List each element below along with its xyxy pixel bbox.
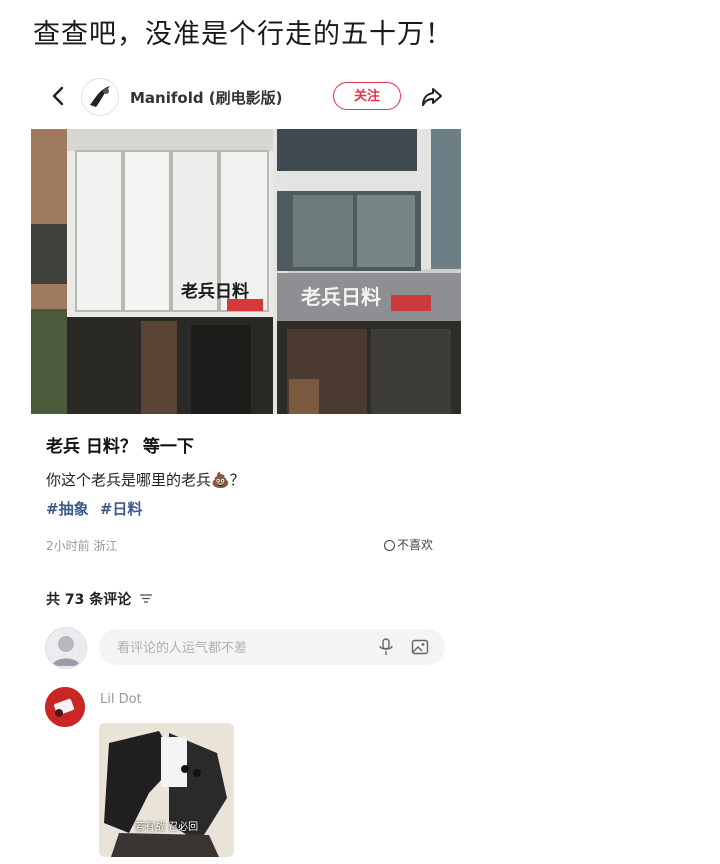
- image-icon[interactable]: [411, 638, 429, 656]
- frown-icon: [384, 540, 395, 551]
- comment-image-caption: 若有战 召必回: [134, 822, 199, 833]
- left-shop-sign: 老兵日料: [181, 282, 249, 302]
- post-photo[interactable]: 老兵日料 老兵日料: [31, 129, 461, 414]
- dislike-label: 不喜欢: [397, 538, 434, 552]
- share-icon[interactable]: [419, 84, 445, 110]
- post-meta: 2小时前 浙江: [46, 539, 118, 553]
- back-icon[interactable]: [45, 82, 73, 110]
- post-title: 老兵 日料？ 等一下: [46, 437, 194, 457]
- comment-image[interactable]: 若有战 召必回: [99, 723, 234, 857]
- commenter-name[interactable]: Lil Dot: [100, 692, 142, 707]
- post-body: 你这个老兵是哪里的老兵💩？: [46, 471, 245, 489]
- post-header: Manifold (刷电影版) 关注: [31, 72, 461, 124]
- author-name[interactable]: Manifold (刷电影版): [130, 87, 283, 108]
- dislike-button[interactable]: 不喜欢: [384, 536, 433, 553]
- tag-link[interactable]: #日料: [100, 500, 143, 518]
- my-avatar: [45, 627, 87, 669]
- mic-icon[interactable]: [377, 638, 395, 656]
- comment-input-box[interactable]: [99, 629, 445, 667]
- app-screen: Manifold (刷电影版) 关注 老兵日料 老兵日料 老兵 日料？ 等一下 …: [31, 72, 461, 864]
- comment-input[interactable]: [115, 629, 369, 667]
- right-shop-sign: 老兵日料: [301, 285, 381, 309]
- author-avatar[interactable]: [81, 78, 119, 116]
- tag-link[interactable]: #抽象: [46, 500, 89, 518]
- comment-count-label: 共 73 条评论: [46, 592, 132, 608]
- caption-text: 查查吧，没准是个行走的五十万！: [33, 19, 453, 50]
- sort-icon[interactable]: [140, 594, 153, 603]
- commenter-avatar[interactable]: [45, 687, 85, 727]
- comment-count[interactable]: 共 73 条评论: [46, 589, 153, 609]
- follow-button[interactable]: 关注: [333, 82, 401, 110]
- tag-list: #抽象 #日料: [46, 498, 148, 519]
